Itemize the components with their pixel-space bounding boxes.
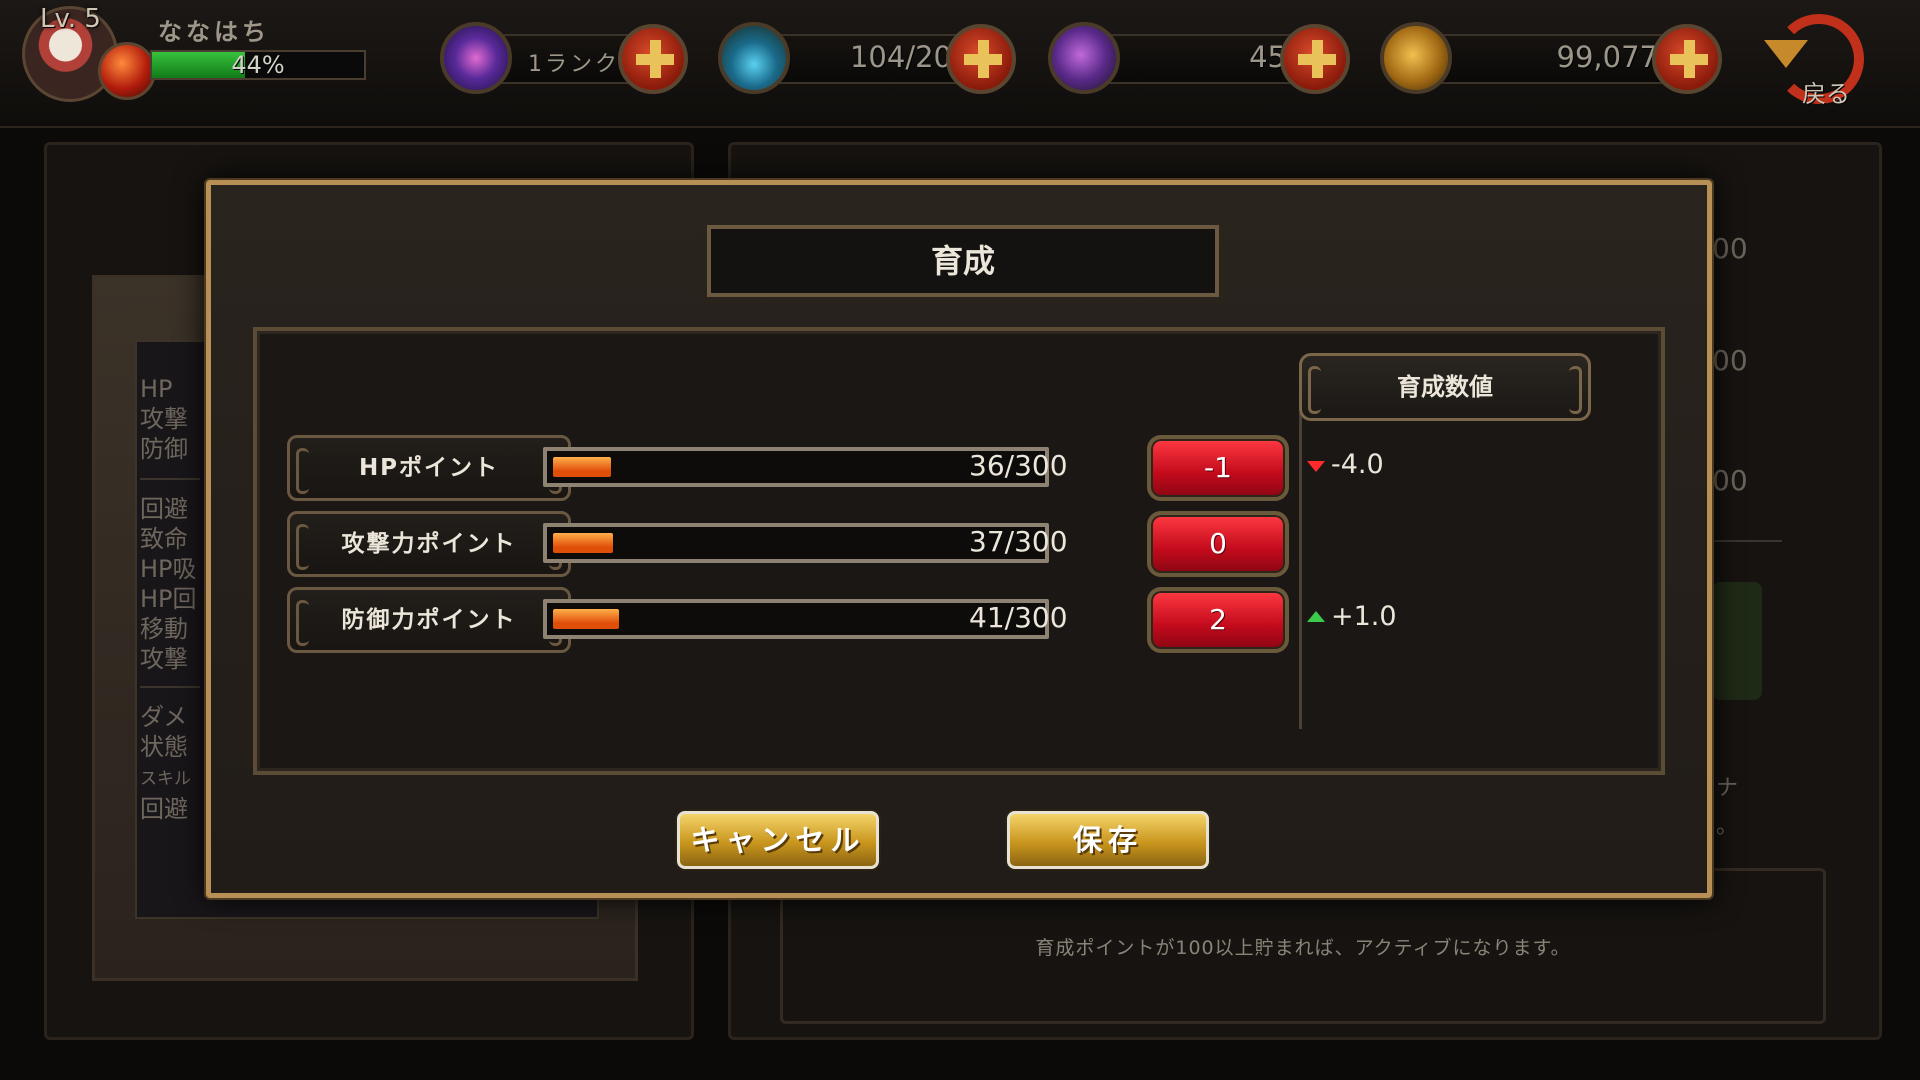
bg-divider	[140, 478, 200, 480]
save-button-label: 保存	[1072, 823, 1143, 857]
defense-adjust-value: 2	[1209, 603, 1227, 636]
bg-side-text: 。	[1716, 814, 1739, 839]
hp-point-bar-fill	[553, 457, 611, 477]
rank-text: 1ランク	[528, 52, 620, 77]
stamina-value: 104/20	[849, 40, 952, 74]
attack-adjust-button[interactable]: 0	[1147, 511, 1289, 577]
activation-note-text: 育成ポイントが100以上貯まれば、アクティブになります。	[1035, 937, 1571, 959]
bg-stat-label: 移動	[140, 615, 188, 643]
bg-stat-label: 攻撃	[140, 405, 188, 433]
bg-stat-label: 回避	[140, 495, 188, 523]
potion-flask-icon	[718, 22, 790, 94]
bg-number: 00	[1712, 344, 1748, 377]
dialog-title-plate: 育成	[702, 220, 1224, 302]
bg-stat-label: HP回	[140, 585, 197, 613]
stamina-plus-button[interactable]	[946, 24, 1016, 94]
defense-adjust-button[interactable]: 2	[1147, 587, 1289, 653]
rank-plus-button[interactable]	[618, 24, 688, 94]
bg-stat-label: HP吸	[140, 555, 197, 583]
gold-coin-icon	[1380, 22, 1452, 94]
attack-adjust-value: 0	[1209, 527, 1227, 560]
hp-delta: -4.0	[1331, 449, 1384, 480]
decrease-arrow-icon	[1307, 461, 1325, 472]
hp-point-label-plate: HPポイント	[287, 435, 571, 501]
player-orb-icon	[98, 42, 156, 100]
defense-point-value: 41/300	[969, 601, 1068, 634]
bg-stat-label: スキル	[140, 769, 191, 789]
bg-stat-label: 防御	[140, 435, 188, 463]
bg-stat-label: 攻撃	[140, 645, 188, 673]
increase-arrow-icon	[1307, 611, 1325, 622]
attack-point-label-plate: 攻撃力ポイント	[287, 511, 571, 577]
gold-value: 99,077	[1556, 40, 1658, 74]
purple-gem-icon	[1048, 22, 1120, 94]
defense-point-bar-fill	[553, 609, 619, 629]
attack-point-bar-fill	[553, 533, 613, 553]
bg-number: 00	[1712, 464, 1748, 497]
hp-adjust-value: -1	[1204, 451, 1232, 484]
bg-stat-label: HP	[140, 375, 173, 403]
training-panel: 育成数値 HPポイント 36/300 -1 -4.0 攻撃力ポイント 37/30…	[253, 327, 1665, 775]
exp-bar: 44%	[150, 50, 366, 80]
hp-adjust-button[interactable]: -1	[1147, 435, 1289, 501]
bg-number: 00	[1712, 232, 1748, 265]
bg-stat-label: ダメ	[140, 703, 188, 731]
save-button[interactable]: 保存	[1007, 811, 1209, 869]
stamina-resource: 104/20	[718, 22, 1022, 94]
bg-stat-label: 状態	[140, 733, 188, 761]
exp-percent: 44%	[231, 51, 285, 79]
gold-resource: 99,077	[1380, 22, 1728, 94]
training-value-header-label: 育成数値	[1397, 373, 1493, 401]
back-label: 戻る	[1802, 80, 1850, 108]
bg-stat-label: 回避	[140, 795, 188, 823]
gold-plus-button[interactable]	[1652, 24, 1722, 94]
panel-divider	[1299, 413, 1302, 729]
hp-point-value: 36/300	[969, 449, 1068, 482]
cancel-button-label: キャンセル	[690, 823, 866, 857]
bg-stat-label: 致命	[140, 525, 188, 553]
dialog-title: 育成	[930, 242, 995, 280]
defense-point-label: 防御力ポイント	[341, 607, 517, 633]
attack-point-value: 37/300	[969, 525, 1068, 558]
training-value-header: 育成数値	[1299, 353, 1591, 421]
bg-side-text: ナ	[1716, 776, 1739, 801]
bg-divider	[1712, 540, 1782, 542]
hp-point-label: HPポイント	[358, 455, 500, 481]
gems-plus-button[interactable]	[1280, 24, 1350, 94]
defense-delta: +1.0	[1331, 601, 1397, 632]
defense-point-label-plate: 防御力ポイント	[287, 587, 571, 653]
attack-point-label: 攻撃力ポイント	[341, 531, 517, 557]
bg-divider	[140, 686, 200, 688]
galaxy-orb-icon	[440, 22, 512, 94]
cancel-button[interactable]: キャンセル	[677, 811, 879, 869]
return-arrow-head	[1764, 40, 1808, 68]
gems-resource: 45	[1048, 22, 1356, 94]
player-name: ななはち	[158, 18, 270, 46]
player-level: Lv. 5	[40, 4, 101, 34]
back-button[interactable]: 戻る	[1760, 10, 1880, 110]
top-hud: Lv. 5 ななはち 44% 1ランク 104/20 45 99,077 戻る	[0, 0, 1920, 128]
training-dialog: 育成 育成数値 HPポイント 36/300 -1 -4.0 攻撃力ポイント 37…	[206, 180, 1712, 898]
bg-green-panel	[1712, 582, 1762, 700]
